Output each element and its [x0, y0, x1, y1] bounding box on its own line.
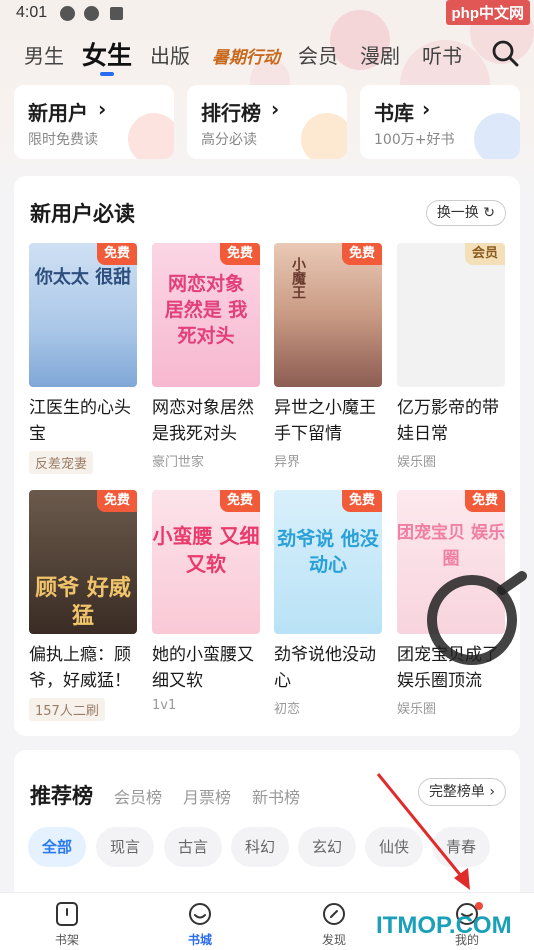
tab-male[interactable]: 男生 — [24, 40, 64, 69]
chevron-right-icon: › — [422, 97, 431, 121]
book-cover: 小蛮腰 又细又软 免费 — [152, 490, 260, 634]
free-badge: 免费 — [341, 243, 382, 265]
chip-modern-romance[interactable]: 现言 — [96, 827, 154, 867]
tab-publish[interactable]: 出版 — [150, 40, 190, 69]
cover-title-text: 你太太 很甜 — [34, 267, 132, 288]
tab-vip[interactable]: 会员 — [298, 40, 338, 69]
quick-card-title: 新用户 — [28, 101, 88, 125]
cover-title-text: 小魔王 — [290, 257, 306, 299]
quick-card-subtitle: 高分必读 — [201, 132, 257, 148]
quick-card-title: 排行榜 — [201, 101, 261, 125]
alarm-clock-icon — [128, 113, 174, 159]
book-tag: 1v1 — [152, 698, 177, 713]
chevron-right-icon: › — [98, 97, 107, 121]
nav-discover[interactable]: 发现 — [294, 893, 374, 950]
book-title: 偏执上瘾：顾爷，好威猛！ — [29, 645, 131, 691]
tab-comic-drama[interactable]: 漫剧 — [360, 40, 400, 69]
bookshelf-icon — [56, 902, 78, 926]
cover-title-text: 网恋对象 居然是 我死对头 — [164, 273, 248, 347]
tab-new-book-rank[interactable]: 新书榜 — [252, 784, 300, 808]
book-tag: 娱乐圈 — [397, 455, 437, 470]
arrow-annotation-icon — [376, 773, 470, 890]
notification-icon — [60, 6, 75, 21]
free-badge: 免费 — [219, 243, 260, 265]
book-tag: 娱乐圈 — [397, 702, 437, 717]
bookstore-smile-icon — [189, 903, 211, 925]
tab-vip-rank[interactable]: 会员榜 — [114, 784, 162, 808]
tab-audiobook[interactable]: 听书 — [422, 40, 462, 69]
book-title: 亿万影帝的带娃日常 — [397, 398, 499, 444]
chevron-right-icon: › — [489, 784, 495, 800]
section-title: 新用户必读 — [30, 202, 135, 226]
free-badge: 免费 — [96, 490, 137, 512]
nav-label: 书城 — [187, 933, 212, 947]
book-cover: 顾爷 好威猛 免费 — [29, 490, 137, 634]
swap-label: 换一换 — [436, 205, 479, 221]
quick-card-library[interactable]: 书库 › 100万+好书 — [360, 85, 520, 159]
status-bar: 4:01 php中文网 — [0, 0, 534, 28]
quick-card-ranking[interactable]: 排行榜 › 高分必读 — [187, 85, 347, 159]
magnifier-annotation-icon — [427, 571, 527, 665]
free-badge: 免费 — [341, 490, 382, 512]
nav-bookstore[interactable]: 书城 — [160, 893, 240, 950]
quick-card-new-user[interactable]: 新用户 › 限时免费读 — [14, 85, 174, 159]
book-tag: 初恋 — [274, 702, 301, 717]
swap-button[interactable]: 换一换 ↻ — [425, 200, 506, 226]
search-icon — [492, 40, 519, 67]
book-title: 她的小蛮腰又细又软 — [152, 645, 254, 691]
quick-card-title: 书库 — [374, 101, 414, 125]
channel-tabs: 男生 女生 出版 暑期行动 会员 漫剧 听书 — [0, 34, 534, 76]
app-notification-icon — [110, 7, 123, 20]
vip-badge: 会员 — [464, 243, 505, 265]
book-title: 江医生的心头宝 — [29, 398, 131, 444]
book-cover: 小魔王 免费 — [274, 243, 382, 387]
book-cover: 网恋对象 居然是 我死对头 免费 — [152, 243, 260, 387]
bookshelf-icon — [474, 113, 520, 159]
compass-icon — [323, 903, 345, 925]
nav-bookshelf[interactable]: 书架 — [27, 893, 107, 950]
nav-label: 书架 — [54, 933, 79, 947]
footer-watermark: ITMOP.COM — [376, 912, 512, 939]
refresh-icon: ↻ — [483, 205, 495, 221]
free-badge: 免费 — [219, 490, 260, 512]
chip-all[interactable]: 全部 — [28, 827, 86, 867]
notification-icon — [84, 6, 99, 21]
quick-card-subtitle: 100万+好书 — [374, 132, 455, 148]
tab-recommend-rank[interactable]: 推荐榜 — [30, 780, 93, 810]
tab-monthly-ticket-rank[interactable]: 月票榜 — [183, 784, 231, 808]
book-cover: 会员 — [397, 243, 505, 387]
tab-female[interactable]: 女生 — [82, 36, 132, 76]
book-tag: 157人二刷 — [29, 698, 105, 721]
status-time: 4:01 — [16, 4, 48, 21]
watermark: php中文网 — [445, 0, 530, 25]
tab-summer-campaign[interactable]: 暑期行动 — [212, 43, 280, 68]
cover-title-text: 团宠宝贝 娱乐圈 — [397, 523, 505, 569]
chip-fantasy[interactable]: 玄幻 — [298, 827, 356, 867]
quick-card-subtitle: 限时免费读 — [28, 132, 98, 148]
cover-title-text: 劲爷说 他没动心 — [277, 528, 379, 576]
book-tag: 反差宠妻 — [29, 451, 94, 474]
chip-ancient-romance[interactable]: 古言 — [164, 827, 222, 867]
free-badge: 免费 — [464, 490, 505, 512]
book-cover: 劲爷说 他没动心 免费 — [274, 490, 382, 634]
book-cover: 你太太 很甜 免费 — [29, 243, 137, 387]
nav-label: 发现 — [321, 933, 346, 947]
chevron-right-icon: › — [271, 97, 280, 121]
cover-title-text: 小蛮腰 又细又软 — [152, 524, 260, 576]
book-title: 异世之小魔王手下留情 — [274, 398, 376, 444]
chip-sci-fi[interactable]: 科幻 — [231, 827, 289, 867]
search-button[interactable] — [490, 38, 520, 68]
free-badge: 免费 — [96, 243, 137, 265]
book-tag: 豪门世家 — [152, 455, 205, 470]
cover-title-text: 顾爷 好威猛 — [35, 575, 131, 629]
book-tag: 异界 — [274, 455, 301, 470]
book-title: 网恋对象居然是我死对头 — [152, 398, 254, 444]
trophy-icon — [301, 113, 347, 159]
book-title: 劲爷说他没动心 — [274, 645, 376, 691]
